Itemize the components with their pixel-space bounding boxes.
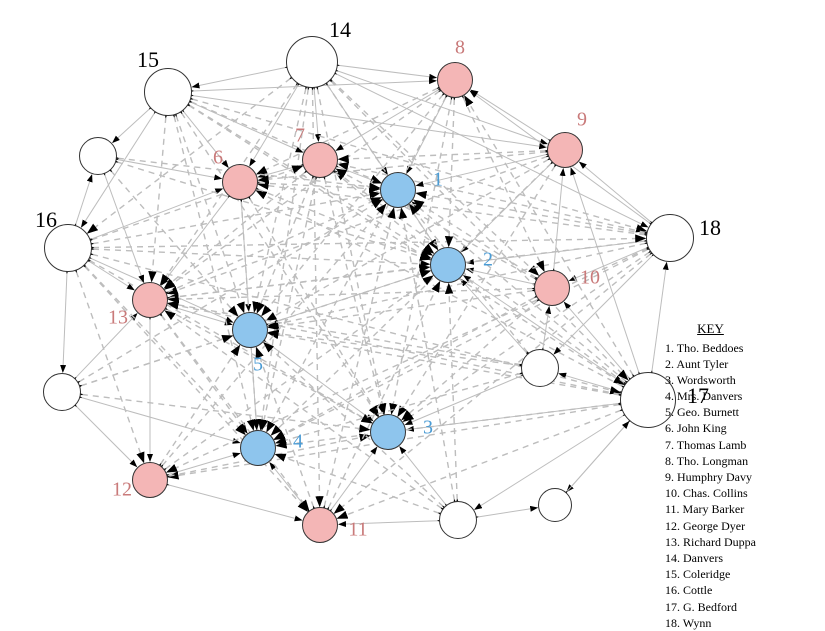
edge [400,447,446,504]
edge [256,348,313,507]
edge [76,175,92,224]
node-5 [232,312,268,348]
node-label-13: 13 [108,307,128,330]
key-item-14: 14. Danvers [665,550,756,566]
node-label-14: 14 [329,17,351,43]
node-label-10: 10 [580,267,600,290]
node-label-7: 7 [295,125,305,148]
key-item-10: 10. Chas. Collins [665,485,756,501]
edge [270,463,308,510]
edge [467,269,534,284]
edge [478,508,537,517]
edge [317,88,384,413]
edge [168,485,301,520]
key-item-7: 7. Thomas Lamb [665,437,756,453]
edge [113,109,150,143]
node-8 [437,62,473,98]
node-label-2: 2 [483,249,493,272]
node-label-3: 3 [423,417,433,440]
key-item-9: 9. Humphry Davy [665,469,756,485]
key-item-15: 15. Coleridge [665,566,756,582]
node-label-12: 12 [112,479,132,502]
edge [250,198,379,415]
edge [471,90,549,140]
key-item-2: 2. Aunt Tyler [665,356,756,372]
edge [339,151,546,159]
node-2 [430,247,466,283]
key-item-16: 16. Cottle [665,582,756,598]
key-item-13: 13. Richard Duppa [665,534,756,550]
edge [182,113,378,416]
node-7 [302,142,338,178]
node-22 [439,501,477,539]
edge [63,273,67,372]
edge [339,65,436,77]
key-title: KEY [665,320,756,338]
edge [314,89,318,141]
key-item-1: 1. Tho. Beddoes [665,340,756,356]
node-label-18: 18 [699,215,721,241]
node-label-5: 5 [253,354,263,377]
node-12 [132,462,168,498]
edge [580,162,651,222]
node-6 [222,164,258,200]
edge [192,68,285,87]
edge [335,254,651,513]
node-label-8: 8 [455,37,465,60]
edge [89,261,134,289]
edge [328,282,439,508]
edge [118,160,222,179]
node-23 [538,488,572,522]
edge [543,307,549,348]
key-item-8: 8. Tho. Longman [665,453,756,469]
edge [259,184,645,234]
edge [265,341,372,420]
node-19 [79,137,117,175]
node-label-4: 4 [293,431,303,454]
node-1 [380,172,416,208]
node-15 [144,68,192,116]
key-item-5: 5. Geo. Burnett [665,404,756,420]
edge [554,256,652,354]
node-10 [534,270,570,306]
key-legend: KEY 1. Tho. Beddoes2. Aunt Tyler3. Words… [665,320,756,631]
edge [463,97,544,271]
key-item-11: 11. Mary Barker [665,501,756,517]
key-item-17: 17. G. Bedford [665,599,756,615]
node-18 [646,214,694,262]
key-item-4: 4. Mrs. Danvers [665,388,756,404]
edge [462,163,552,251]
node-3 [370,414,406,450]
node-4 [240,430,276,466]
edge [152,117,166,281]
edge [93,238,645,247]
edge [92,166,302,239]
node-11 [302,507,338,543]
node-13 [132,282,168,318]
node-21 [521,349,559,387]
node-label-15: 15 [137,47,159,73]
node-label-6: 6 [213,147,223,170]
edge [269,332,520,365]
key-item-3: 3. Wordsworth [665,372,756,388]
edge [79,200,382,382]
node-label-16: 16 [35,207,57,233]
node-9 [547,132,583,168]
edge [336,74,647,227]
node-label-1: 1 [433,169,443,192]
key-item-18: 18. Wynn [665,615,756,631]
key-item-6: 6. John King [665,420,756,436]
edge [559,374,620,392]
key-item-12: 12. George Dyer [665,518,756,534]
edge [76,406,136,466]
node-20 [43,373,81,411]
edge [93,193,380,243]
node-label-9: 9 [577,109,587,132]
edge [254,88,306,311]
node-label-11: 11 [348,519,367,542]
node-14 [286,36,338,88]
